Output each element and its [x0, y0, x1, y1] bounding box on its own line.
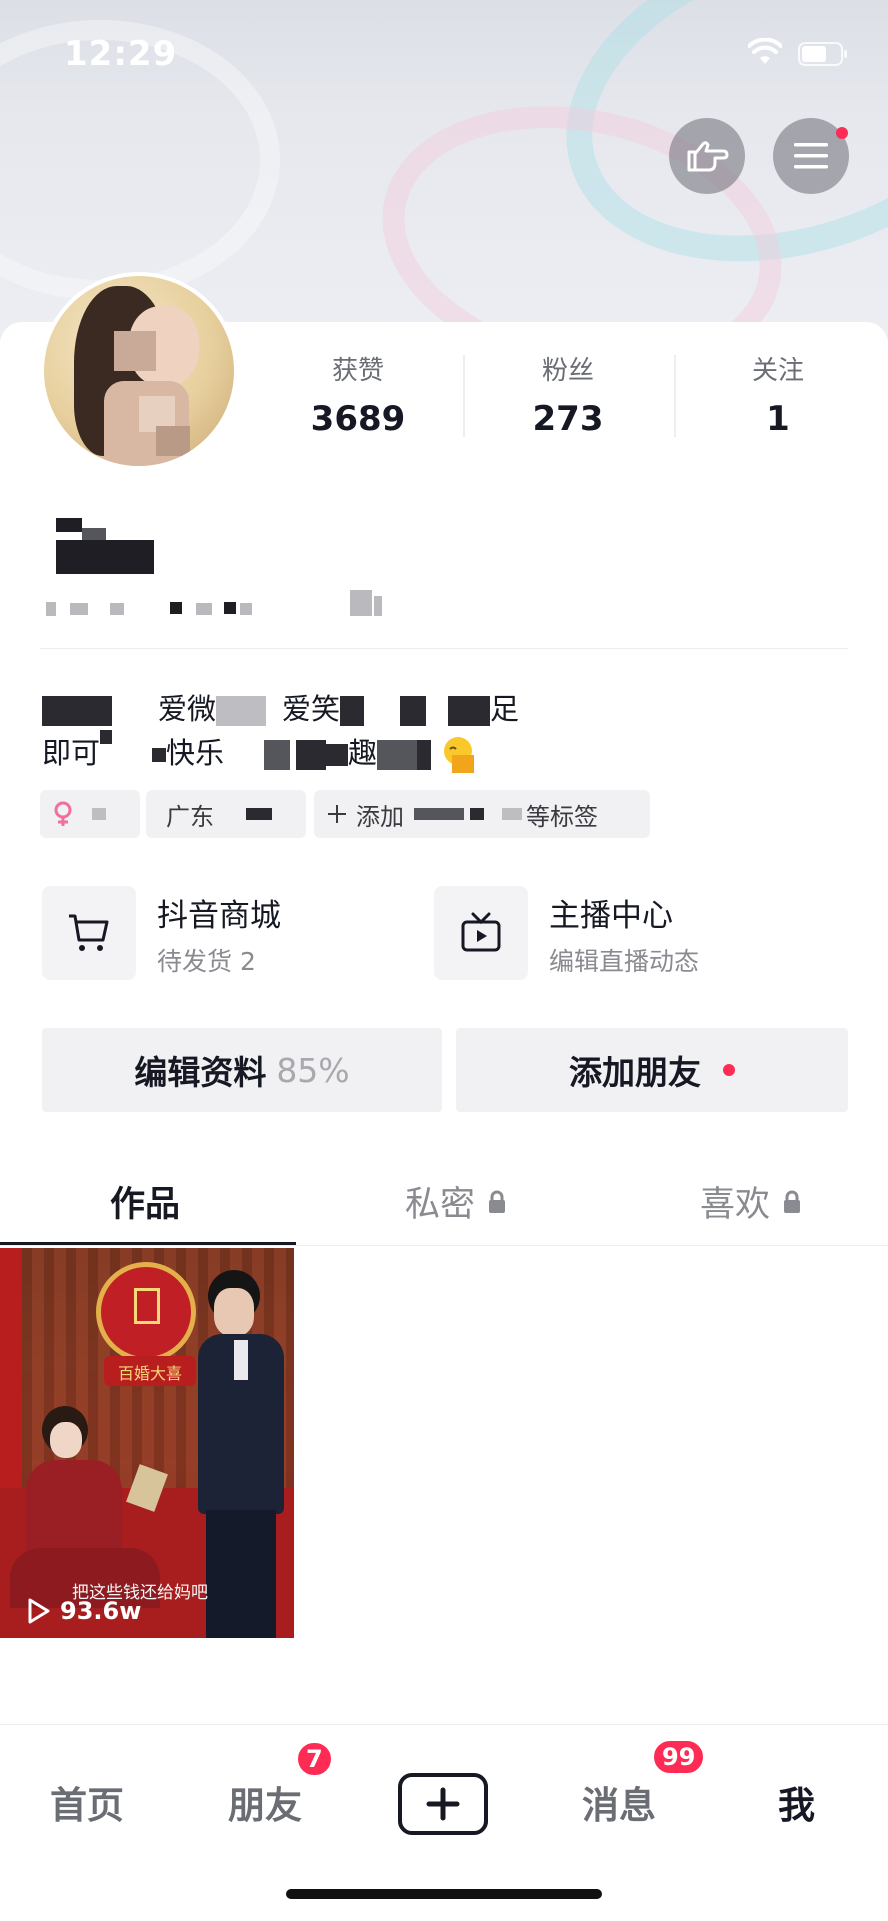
create-post-button[interactable] — [396, 1773, 490, 1835]
tab-label: 作品 — [110, 1185, 181, 1225]
emoji-icon — [444, 737, 475, 773]
profile-completion: 85% — [276, 1050, 350, 1090]
stat-followers-label: 粉丝 — [541, 356, 594, 386]
tv-icon — [461, 912, 501, 952]
avatar[interactable] — [40, 272, 238, 470]
location-label: 广东 — [166, 802, 214, 831]
stat-likes-value: 3689 — [310, 399, 406, 439]
pointing-hand-icon — [687, 141, 729, 172]
bio-fragment: 足 — [490, 692, 520, 726]
status-time: 12:29 — [64, 34, 178, 74]
bio-fragment: 即可 — [42, 736, 101, 770]
tab-likes[interactable]: 喜欢 — [700, 1176, 802, 1227]
stat-following[interactable]: 关注 1 — [688, 350, 868, 439]
play-icon — [28, 1598, 50, 1624]
stat-divider — [463, 355, 465, 437]
cart-icon — [69, 914, 109, 951]
nav-home[interactable]: 首页 — [50, 1775, 124, 1829]
add-tags-button[interactable]: 添加 等标签 — [314, 790, 650, 838]
plus-icon — [328, 805, 346, 823]
play-count-value: 93.6w — [60, 1597, 142, 1625]
nav-friends[interactable]: 朋友 — [228, 1775, 302, 1829]
douyin-mall-entry[interactable]: 抖音商城 待发货 2 — [42, 886, 402, 982]
bio-fragment: 快乐 — [166, 736, 225, 770]
stat-followers[interactable]: 粉丝 273 — [478, 350, 658, 439]
home-indicator — [286, 1889, 602, 1899]
hamburger-icon — [794, 143, 828, 169]
lock-icon — [784, 1190, 801, 1213]
visitors-button[interactable] — [669, 118, 745, 194]
female-icon — [54, 801, 72, 826]
bio-fragment: 爱微 — [158, 692, 217, 726]
feature-title: 主播中心 — [549, 898, 673, 934]
tab-label: 喜欢 — [700, 1185, 771, 1225]
stat-following-value: 1 — [766, 399, 790, 439]
stat-likes-label: 获赞 — [331, 356, 384, 386]
stat-following-label: 关注 — [751, 356, 804, 386]
add-tags-suffix: 等标签 — [526, 802, 598, 831]
location-tag[interactable]: 广东 — [146, 790, 306, 838]
gender-age-tag[interactable] — [40, 790, 140, 838]
edit-profile-button[interactable]: 编辑资料 85% — [42, 1028, 442, 1112]
edit-profile-label: 编辑资料 — [134, 1053, 267, 1092]
video-thumbnail[interactable]: 百婚大喜 把这些钱还给妈吧 93.6w — [0, 1248, 294, 1638]
stat-likes[interactable]: 获赞 3689 — [268, 350, 448, 439]
battery-icon — [798, 42, 847, 66]
nav-me[interactable]: 我 — [778, 1775, 815, 1829]
tv-icon-box — [434, 886, 528, 980]
header-divider — [40, 648, 848, 649]
bio-line-2: 即可 快乐 趣 — [42, 730, 476, 775]
bio-line-1: 爱微 爱笑 足 — [42, 686, 519, 728]
creator-center-entry[interactable]: 主播中心 编辑直播动态 — [434, 886, 794, 982]
feature-subtitle: 待发货 2 — [157, 947, 256, 976]
avatar-image — [44, 276, 234, 466]
menu-notification-dot — [836, 127, 848, 139]
bio-fragment: 爱笑 — [282, 692, 341, 726]
stat-followers-value: 273 — [532, 399, 604, 439]
bio-fragment: 趣 — [348, 736, 378, 770]
add-friends-label: 添加朋友 — [569, 1053, 701, 1092]
tab-label: 私密 — [405, 1185, 476, 1225]
nav-messages[interactable]: 消息 — [582, 1775, 656, 1829]
lock-icon — [489, 1190, 506, 1213]
play-count: 93.6w — [22, 1596, 141, 1626]
add-friends-button[interactable]: 添加朋友 — [456, 1028, 848, 1112]
tab-works[interactable]: 作品 — [110, 1176, 180, 1227]
tabs-divider — [0, 1245, 888, 1246]
cart-icon-box — [42, 886, 136, 980]
friends-badge: 7 — [296, 1741, 333, 1777]
wifi-icon — [748, 38, 782, 64]
bottom-nav: 首页 朋友 7 消息 99 我 — [0, 1724, 888, 1921]
messages-badge: 99 — [652, 1739, 706, 1775]
tab-private[interactable]: 私密 — [405, 1176, 507, 1227]
video-sign-text: 百婚大喜 — [117, 1364, 182, 1383]
stat-divider — [674, 355, 676, 437]
feature-subtitle: 编辑直播动态 — [549, 947, 700, 976]
status-bar: 12:29 — [0, 0, 888, 100]
add-friends-dot — [723, 1064, 735, 1076]
feature-title: 抖音商城 — [157, 898, 281, 934]
content-tabs: 作品 私密 喜欢 — [0, 1150, 888, 1246]
add-tags-prefix: 添加 — [356, 802, 404, 831]
